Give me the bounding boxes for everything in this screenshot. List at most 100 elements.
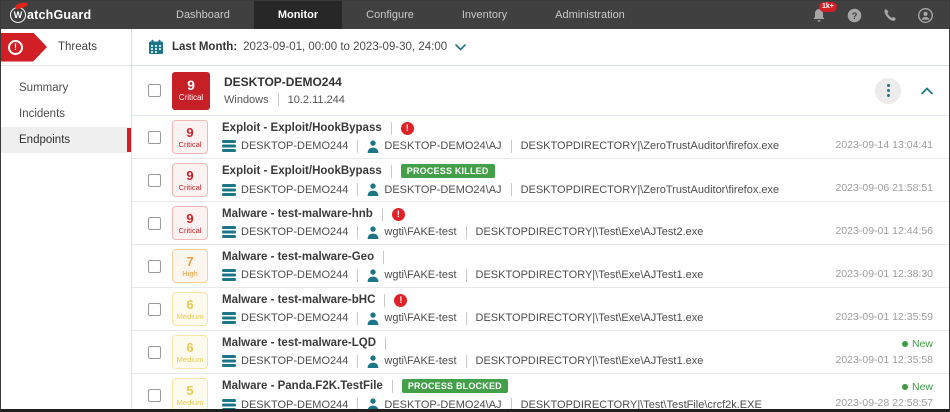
notification-count-badge: 1k+	[819, 2, 837, 12]
row-checkbox[interactable]	[148, 389, 161, 402]
support-button[interactable]	[883, 8, 897, 22]
severity-label: High	[182, 269, 197, 278]
threat-meta-line: DESKTOP-DEMO244DESKTOP-DEMO24\AJDESKTOPD…	[222, 140, 824, 153]
alert-icon: !	[394, 294, 407, 307]
threat-rows: 9Critical Exploit - Exploit/HookBypass! DE…	[132, 116, 949, 409]
row-checkbox[interactable]	[148, 131, 161, 144]
nav-item-configure[interactable]: Configure	[342, 1, 438, 29]
device-entry: DESKTOP-DEMO244	[222, 269, 348, 281]
user-icon	[367, 226, 379, 239]
divider	[357, 269, 358, 282]
timestamp: 2023-09-01 12:35:59	[836, 311, 934, 323]
new-label: New	[912, 338, 933, 350]
severity-label: Critical	[179, 226, 202, 235]
row-right: New2023-09-28 22:58:57	[836, 374, 934, 409]
divider	[511, 183, 512, 196]
threat-row[interactable]: 9CriticalExploit - Exploit/HookBypassPRO…	[132, 159, 949, 202]
group-severity-badge: 9 Critical	[172, 72, 210, 110]
watchguard-logo[interactable]: W atchGuard	[10, 7, 100, 23]
nav-item-dashboard[interactable]: Dashboard	[152, 1, 254, 29]
row-checkbox[interactable]	[148, 303, 161, 316]
date-filter-bar[interactable]: Last Month: 2023-09-01, 00:00 to 2023-09…	[132, 29, 949, 65]
row-checkbox[interactable]	[148, 174, 161, 187]
divider	[357, 140, 358, 153]
sidebar-item-endpoints[interactable]: Endpoints	[1, 127, 131, 153]
threat-title-line: Malware - test-malware-bHC!	[222, 294, 824, 307]
user-entry: DESKTOP-DEMO24\AJ	[367, 398, 501, 409]
threat-title-line: Exploit - Exploit/HookBypassPROCESS KILL…	[222, 164, 824, 178]
action-status-badge: PROCESS KILLED	[401, 164, 495, 178]
threat-title: Exploit - Exploit/HookBypass	[222, 122, 382, 134]
user-entry: wgti\FAKE-test	[367, 269, 456, 282]
severity-score: 9	[186, 212, 193, 226]
severity-badge: 6Medium	[172, 292, 208, 326]
threat-title: Malware - test-malware-hnb	[222, 208, 373, 220]
divider	[391, 165, 392, 178]
group-severity-label: Critical	[179, 93, 203, 103]
device-name: DESKTOP-DEMO244	[241, 184, 348, 196]
app-body: ! Threats SummaryIncidentsEndpoints	[1, 29, 949, 409]
new-dot-icon	[902, 384, 908, 390]
user-icon	[367, 269, 379, 282]
row-right: 2023-09-01 12:35:59	[836, 288, 934, 330]
endpoint-group-header[interactable]: 9 Critical DESKTOP-DEMO244 Windows 10.2.…	[132, 66, 949, 116]
threat-title: Malware - Panda.F2K.TestFile	[222, 380, 383, 392]
file-path: DESKTOPDIRECTORY|\Test\Exe\AJTest1.exe	[476, 312, 704, 324]
group-checkbox[interactable]	[148, 84, 161, 97]
threat-row[interactable]: 6MediumMalware - test-malware-bHC!DESKTO…	[132, 288, 949, 331]
device-name: DESKTOP-DEMO244	[241, 140, 348, 152]
threat-row[interactable]: 5Medium Malware - Panda.F2K.TestFile PROCE…	[132, 374, 949, 409]
divider	[382, 208, 383, 221]
notifications-button[interactable]: 1k+	[812, 8, 826, 23]
divider	[385, 337, 386, 350]
threat-meta-line: DESKTOP-DEMO244DESKTOP-DEMO24\AJDESKTOPD…	[222, 183, 824, 196]
threat-title-line: Malware - test-malware-Geo	[222, 251, 824, 264]
threat-row[interactable]: 9CriticalMalware - test-malware-hnb!DESK…	[132, 202, 949, 245]
sidebar-item-summary[interactable]: Summary	[1, 75, 131, 101]
threat-details: Malware - test-malware-bHC!DESKTOP-DEMO2…	[222, 294, 824, 325]
user-name: wgti\FAKE-test	[384, 355, 456, 367]
threat-details: Exploit - Exploit/HookBypass! DESKTOP-DEM…	[222, 122, 824, 153]
threat-row[interactable]: 7High Malware - test-malware-Geo DESKTOP-D…	[132, 245, 949, 288]
user-icon	[367, 398, 379, 409]
action-status-badge: PROCESS BLOCKED	[402, 379, 508, 393]
filter-dropdown-button[interactable]	[455, 44, 466, 51]
nav-item-administration[interactable]: Administration	[531, 1, 649, 29]
alert-icon: !	[401, 122, 414, 135]
threat-title-line: Malware - Panda.F2K.TestFile PROCESS BLOC…	[222, 379, 824, 393]
device-icon	[222, 355, 236, 367]
group-subinfo: Windows 10.2.11.244	[224, 93, 345, 106]
threat-row[interactable]: 6Medium Malware - test-malware-LQDDESKTOP…	[132, 331, 949, 374]
group-menu-button[interactable]	[875, 78, 901, 104]
nav-item-monitor[interactable]: Monitor	[254, 1, 342, 29]
help-button[interactable]: ?	[847, 8, 862, 23]
user-entry: wgti\FAKE-test	[367, 226, 456, 239]
device-icon	[222, 269, 236, 281]
threat-details: Malware - test-malware-LQDDESKTOP-DEMO24…	[222, 337, 824, 368]
group-collapse-button[interactable]	[921, 87, 933, 95]
nav-item-inventory[interactable]: Inventory	[438, 1, 531, 29]
file-path: DESKTOPDIRECTORY|\Test\Exe\AJTest2.exe	[476, 226, 704, 238]
app-window: W atchGuard DashboardMonitorConfigureInv…	[0, 0, 950, 412]
device-icon	[222, 226, 236, 238]
row-checkbox[interactable]	[148, 346, 161, 359]
severity-badge: 5Medium	[172, 378, 208, 409]
severity-badge: 9Critical	[172, 206, 208, 240]
severity-badge: 6Medium	[172, 335, 208, 369]
sidebar-item-incidents[interactable]: Incidents	[1, 101, 131, 127]
account-button[interactable]	[918, 8, 933, 23]
threat-row[interactable]: 9CriticalExploit - Exploit/HookBypass!DE…	[132, 116, 949, 159]
filter-date-range: 2023-09-01, 00:00 to 2023-09-30, 24:00	[243, 41, 447, 53]
severity-score: 7	[186, 255, 193, 269]
divider	[278, 93, 279, 106]
group-ip-address: 10.2.11.244	[288, 94, 345, 106]
user-entry: DESKTOP-DEMO24\AJ	[367, 183, 501, 196]
timestamp: 2023-09-01 12:44:56	[836, 225, 934, 237]
sidebar: ! Threats SummaryIncidentsEndpoints	[1, 29, 132, 409]
user-name: DESKTOP-DEMO24\AJ	[384, 140, 501, 152]
device-name: DESKTOP-DEMO244	[241, 269, 348, 281]
divider	[384, 294, 385, 307]
row-checkbox[interactable]	[148, 260, 161, 273]
row-checkbox[interactable]	[148, 217, 161, 230]
user-icon	[367, 140, 379, 153]
